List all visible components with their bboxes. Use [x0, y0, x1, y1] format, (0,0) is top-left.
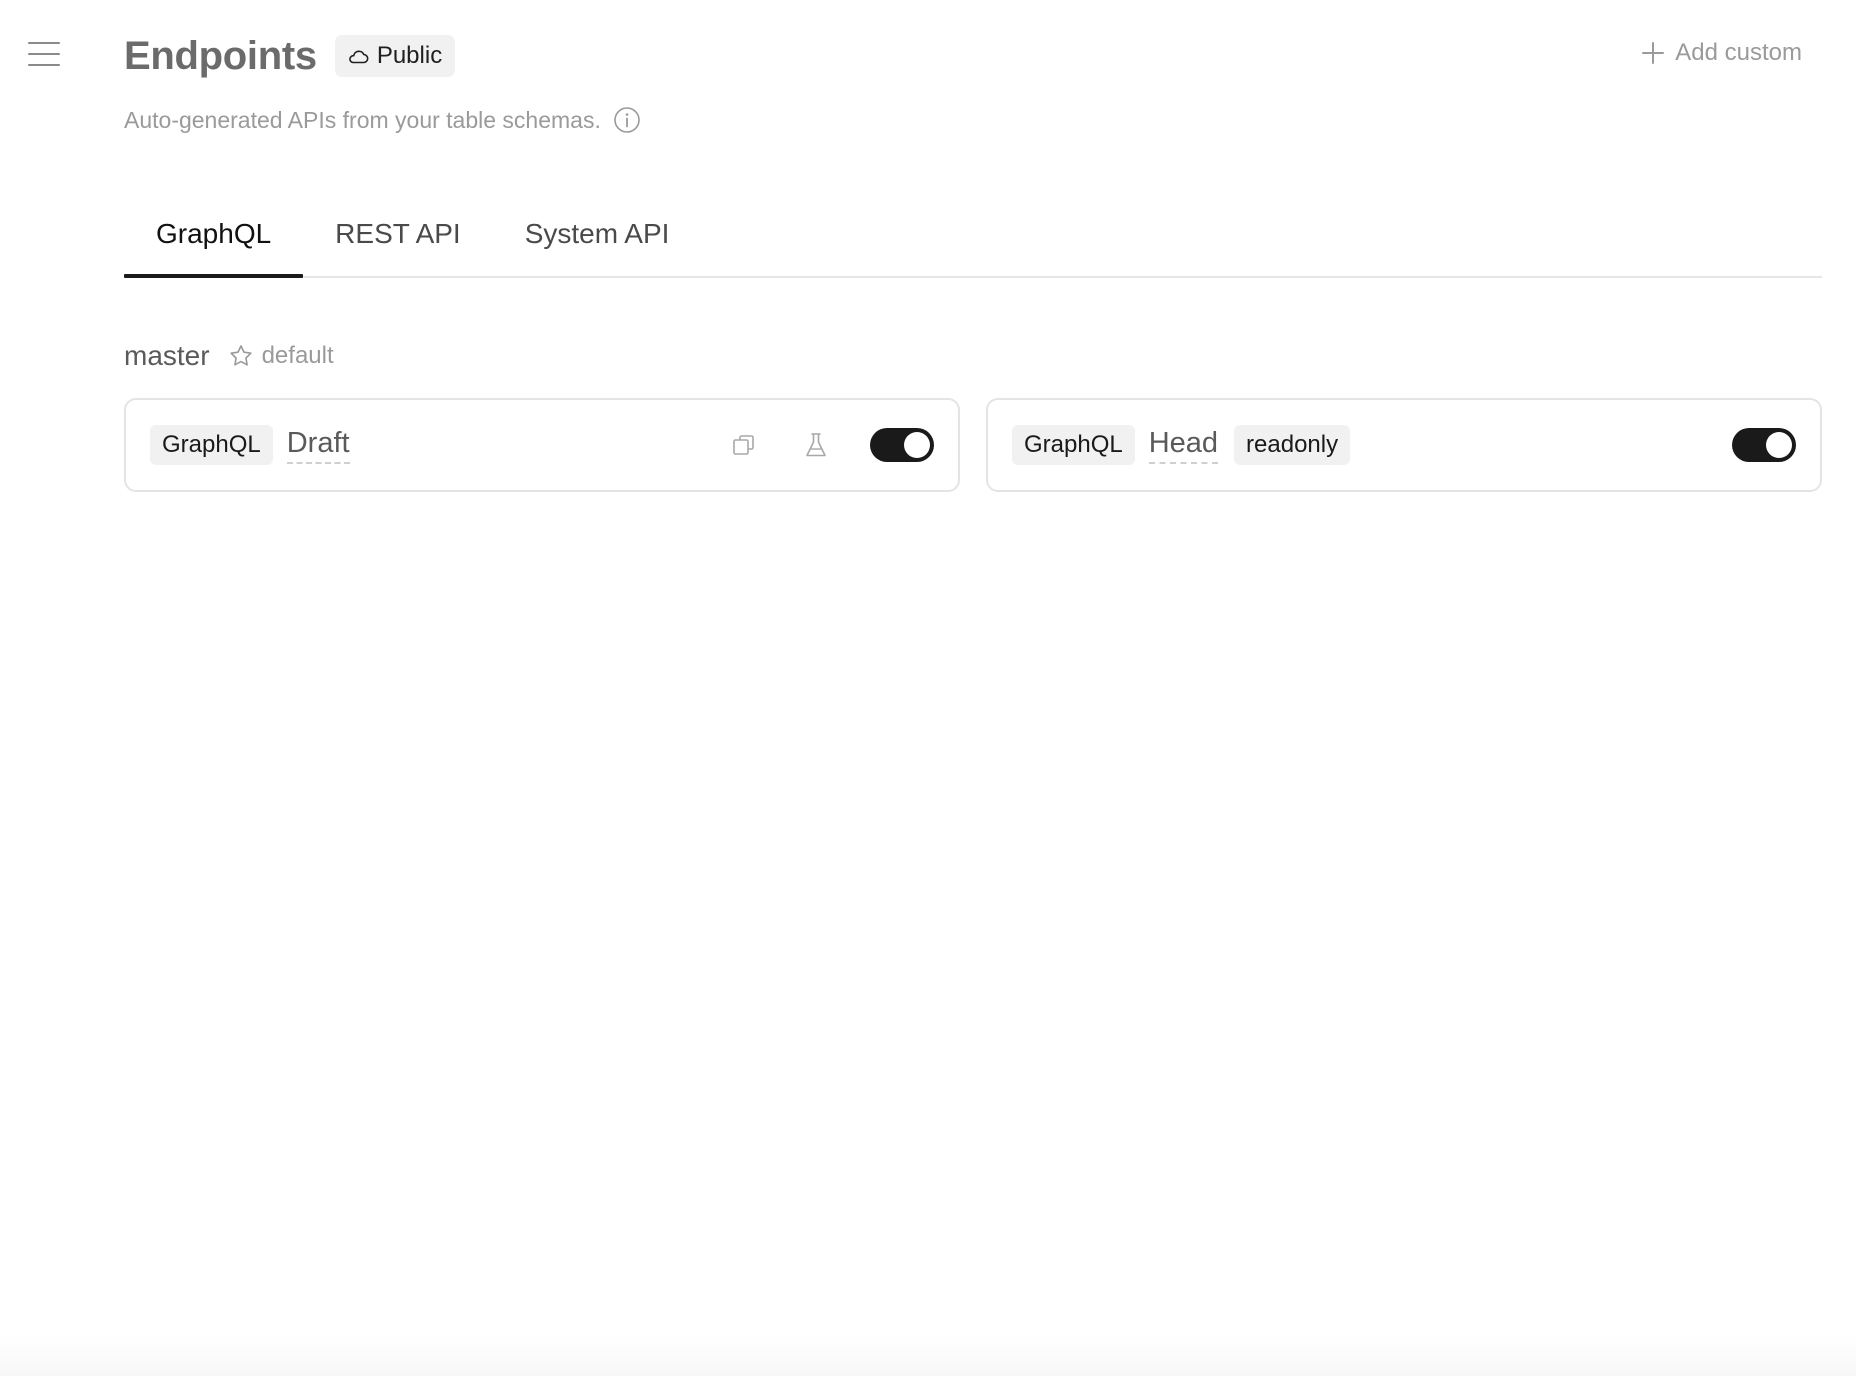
endpoint-card-head: GraphQL Head readonly — [986, 398, 1822, 492]
default-branch-toggle[interactable]: default — [228, 342, 334, 370]
tab-system-api[interactable]: System API — [493, 206, 702, 276]
cloud-icon — [348, 50, 369, 64]
api-tabs: GraphQL REST API System API — [124, 206, 1822, 278]
toggle-knob — [1766, 432, 1792, 458]
page-header: Endpoints Public Add custom — [124, 30, 1822, 82]
add-custom-button[interactable]: Add custom — [1641, 39, 1802, 67]
page-subtitle: Auto-generated APIs from your table sche… — [124, 106, 641, 134]
bottom-shade — [0, 1336, 1856, 1376]
visibility-badge-label: Public — [376, 42, 443, 69]
endpoint-name[interactable]: Draft — [286, 426, 350, 464]
readonly-tag: readonly — [1234, 425, 1351, 465]
endpoint-name[interactable]: Head — [1148, 426, 1219, 464]
default-label: default — [261, 342, 334, 369]
info-icon[interactable] — [613, 106, 641, 134]
add-custom-label: Add custom — [1675, 39, 1802, 66]
subtitle-text: Auto-generated APIs from your table sche… — [124, 106, 601, 133]
branch-header: master default — [124, 340, 334, 372]
toggle-knob — [904, 432, 930, 458]
tab-graphql[interactable]: GraphQL — [124, 206, 304, 278]
endpoint-type-tag: GraphQL — [1012, 425, 1135, 465]
star-icon — [229, 345, 252, 366]
copy-icon[interactable] — [726, 427, 762, 463]
endpoint-enabled-toggle[interactable] — [870, 428, 934, 462]
endpoint-card-draft: GraphQL Draft — [124, 398, 960, 492]
plus-icon — [1642, 42, 1665, 64]
endpoint-type-tag: GraphQL — [150, 425, 273, 465]
page-title: Endpoints — [124, 33, 317, 78]
visibility-badge[interactable]: Public — [334, 35, 456, 77]
branch-name: master — [124, 340, 210, 371]
tab-rest-api[interactable]: REST API — [303, 206, 493, 276]
hamburger-menu-icon[interactable] — [26, 38, 62, 70]
endpoint-enabled-toggle[interactable] — [1732, 428, 1796, 462]
flask-icon[interactable] — [798, 427, 834, 463]
